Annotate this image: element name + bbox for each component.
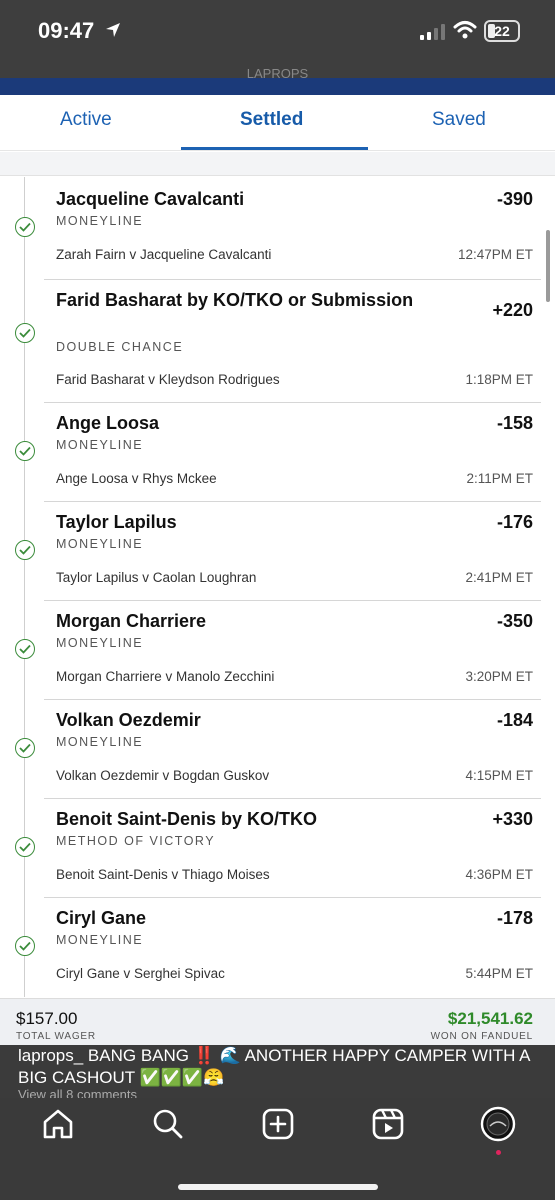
settled-check-icon: [15, 936, 35, 956]
leg-divider: [44, 402, 541, 403]
status-time: 09:47: [38, 18, 95, 43]
leg-odds: -176: [496, 512, 533, 532]
settled-check-icon: [15, 540, 35, 560]
leg-event: Ciryl Gane v Serghei Spivac: [56, 966, 225, 981]
location-arrow-icon: [106, 23, 120, 37]
tab-active[interactable]: Active: [60, 109, 112, 131]
leg-market: MONEYLINE: [56, 214, 144, 228]
status-bar: 09:47 22: [0, 0, 555, 64]
leg-divider: [44, 699, 541, 700]
notification-dot: [496, 1150, 501, 1155]
search-icon[interactable]: [150, 1106, 186, 1142]
leg-odds: -158: [496, 413, 533, 433]
leg-divider: [44, 897, 541, 898]
tab-settled[interactable]: Settled: [240, 109, 303, 131]
leg-divider: [44, 501, 541, 502]
leg-event: Taylor Lapilus v Caolan Loughran: [56, 570, 257, 585]
leg-time: 12:47PM ET: [457, 247, 533, 262]
leg-selection: Ange Loosa: [56, 413, 160, 433]
header-strip: [0, 78, 555, 95]
create-post-icon[interactable]: [260, 1106, 296, 1142]
leg-odds: -390: [496, 189, 533, 209]
leg-odds: -178: [496, 908, 533, 928]
leg-selection: Morgan Charriere: [56, 611, 207, 631]
bet-slip-card: Active Settled Saved Jacqueline Cavalcan…: [0, 95, 555, 1045]
settled-check-icon: [15, 639, 35, 659]
leg-time: 4:15PM ET: [465, 768, 533, 783]
home-indicator: [178, 1184, 378, 1190]
post-caption: laprops_ BANG BANG ‼️ 🌊 ANOTHER HAPPY CA…: [18, 1046, 530, 1087]
leg-time: 5:44PM ET: [465, 966, 533, 981]
leg-divider: [44, 600, 541, 601]
won-label: WON ON FANDUEL: [430, 1031, 533, 1042]
leg-odds: +330: [492, 809, 533, 829]
leg-event: Volkan Oezdemir v Bogdan Guskov: [56, 768, 270, 783]
active-tab-indicator: [181, 147, 368, 150]
wifi-icon: [453, 21, 477, 39]
reels-icon[interactable]: [370, 1106, 406, 1142]
leg-time: 1:18PM ET: [465, 372, 533, 387]
leg-time: 4:36PM ET: [465, 867, 533, 882]
leg-odds: -184: [496, 710, 533, 730]
battery-icon: 22: [484, 20, 520, 42]
leg-time: 2:11PM ET: [466, 471, 533, 486]
leg-market: MONEYLINE: [56, 438, 144, 452]
settled-check-icon: [15, 837, 35, 857]
leg-market: MONEYLINE: [56, 537, 144, 551]
total-wager-amount: $157.00: [16, 1009, 78, 1028]
leg-selection: Volkan Oezdemir: [56, 710, 201, 730]
profile-avatar-icon[interactable]: [480, 1106, 516, 1142]
scrollbar[interactable]: [546, 230, 550, 302]
leg-event: Benoit Saint-Denis v Thiago Moises: [56, 867, 270, 882]
leg-market: DOUBLE CHANCE: [56, 340, 184, 354]
bet-tabs: Active Settled Saved: [0, 95, 555, 151]
leg-event: Ange Loosa v Rhys Mckee: [56, 471, 217, 486]
leg-event: Farid Basharat v Kleydson Rodrigues: [56, 372, 280, 387]
leg-selection: Ciryl Gane: [56, 908, 147, 928]
settled-check-icon: [15, 441, 35, 461]
settled-check-icon: [15, 217, 35, 237]
battery-level: 22: [494, 23, 510, 39]
leg-selection: Jacqueline Cavalcanti: [56, 189, 245, 209]
leg-selection: Benoit Saint-Denis by KO/TKO: [56, 809, 318, 829]
leg-market: MONEYLINE: [56, 933, 144, 947]
leg-selection: Taylor Lapilus: [56, 512, 177, 532]
total-wager-label: TOTAL WAGER: [16, 1031, 96, 1042]
leg-divider: [44, 798, 541, 799]
settled-check-icon: [15, 738, 35, 758]
home-icon[interactable]: [40, 1106, 76, 1142]
won-amount: $21,541.62: [447, 1009, 533, 1028]
leg-event: Morgan Charriere v Manolo Zecchini: [56, 669, 275, 684]
leg-divider: [44, 279, 541, 280]
bet-totals-footer: $157.00 TOTAL WAGER $21,541.62 WON ON FA…: [0, 998, 555, 1045]
leg-event: Zarah Fairn v Jacqueline Cavalcanti: [56, 247, 272, 262]
leg-market: METHOD OF VICTORY: [56, 834, 216, 848]
tabs-divider: [0, 152, 555, 176]
tab-saved[interactable]: Saved: [432, 109, 486, 131]
leg-market: MONEYLINE: [56, 636, 144, 650]
leg-selection: Farid Basharat by KO/TKO or Submission: [56, 290, 414, 310]
legs-timeline: [24, 177, 25, 997]
bottom-navigation: [0, 1098, 555, 1200]
cellular-signal-icon: [420, 24, 445, 40]
settled-check-icon: [15, 323, 35, 343]
leg-time: 2:41PM ET: [465, 570, 533, 585]
leg-market: MONEYLINE: [56, 735, 144, 749]
leg-odds: -350: [496, 611, 533, 631]
leg-odds: +220: [492, 300, 533, 320]
leg-time: 3:20PM ET: [465, 669, 533, 684]
